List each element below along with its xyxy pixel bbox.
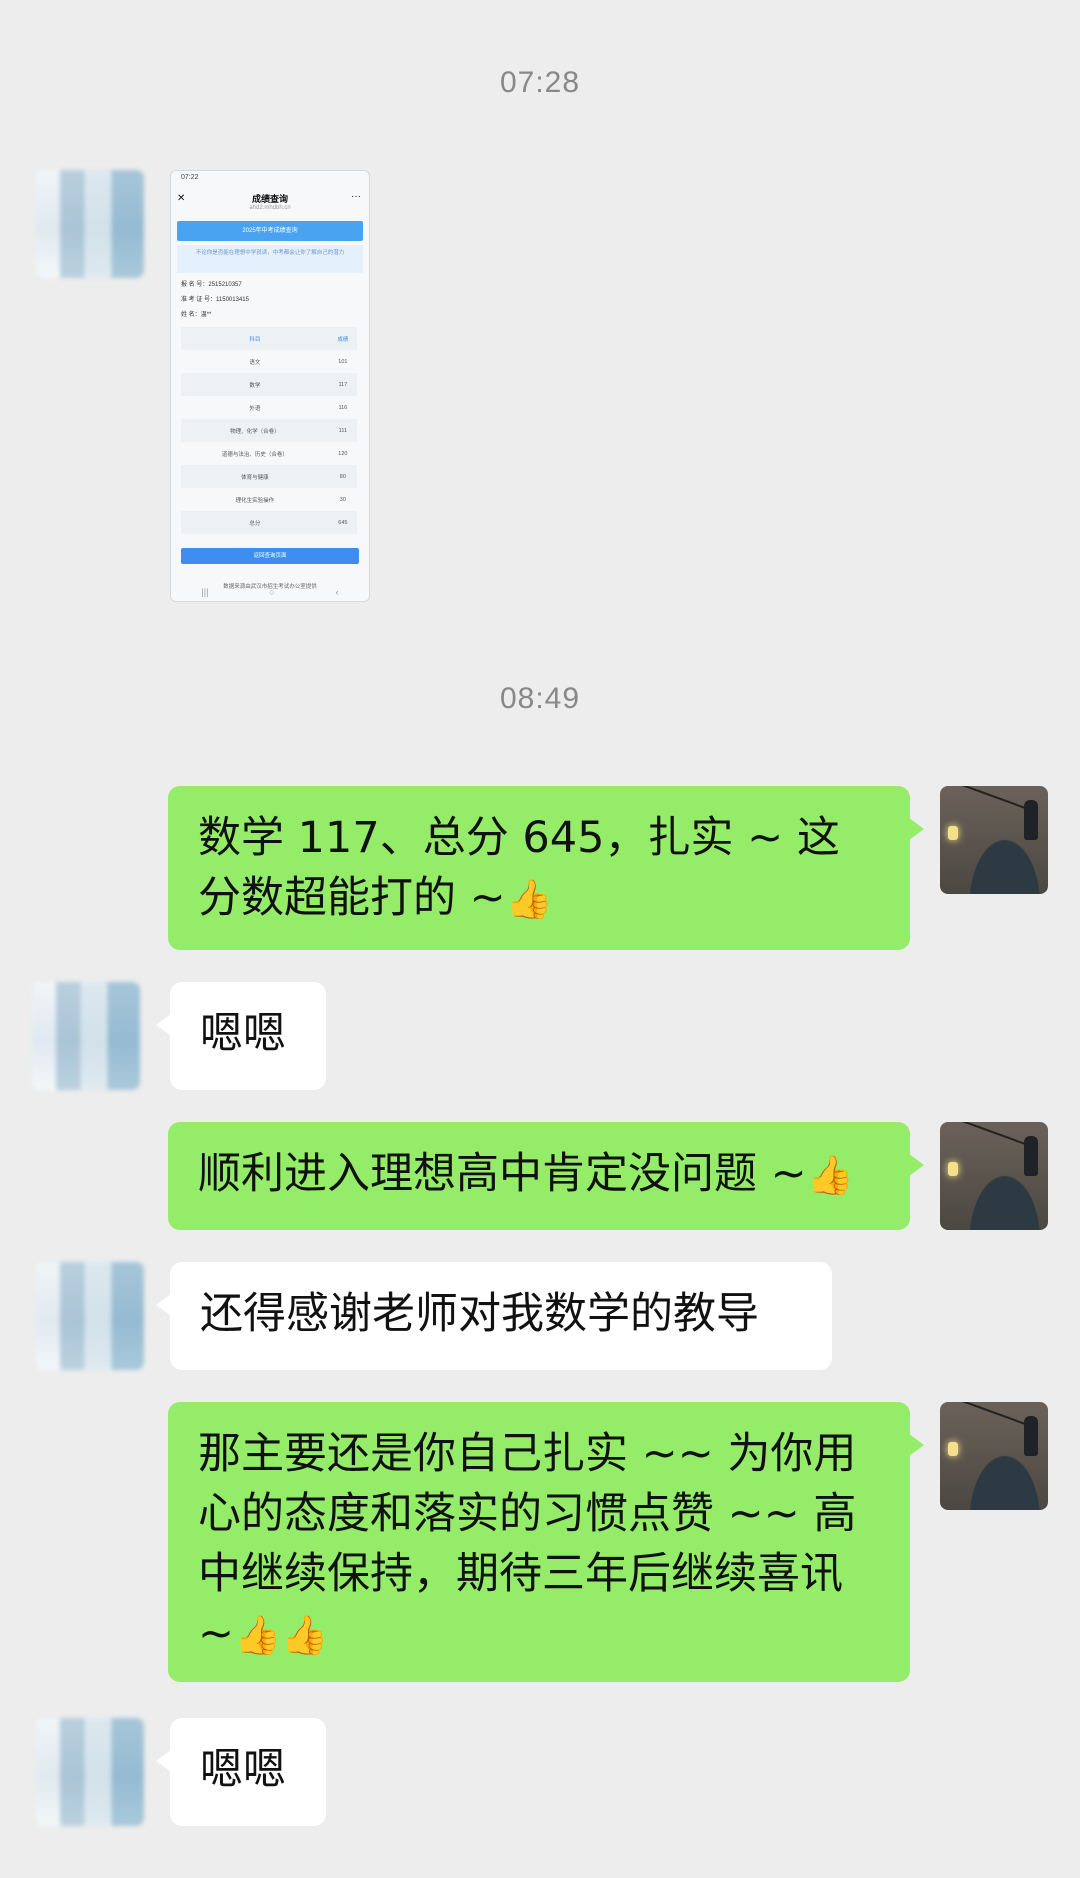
message-text: 顺利进入理想高中肯定没问题 ~ (198, 1149, 807, 1199)
my-avatar[interactable] (940, 786, 1048, 894)
table-row: 数学 117 (181, 373, 357, 396)
star-icon (948, 1442, 958, 1456)
table-row: 语文 101 (249, 358, 348, 366)
table-row: 道德与法治、历史（合卷） 120 (221, 450, 348, 458)
back-button: 返回查询页面 (181, 548, 359, 564)
table-row: 体育与健康 80 (181, 465, 357, 488)
thumbs-up-icon: 👍 (806, 1153, 855, 1197)
table-row: 外语 116 (249, 404, 348, 412)
banner: 2025年中考成绩查询 (177, 221, 363, 241)
info-row: 准 考 证 号：1150013415 (181, 297, 249, 303)
recent-apps-icon: ||| (201, 587, 209, 597)
table-row: 总分 645 (181, 511, 357, 534)
message-bubble-received[interactable]: 还得感谢老师对我数学的教导 (156, 1262, 832, 1370)
table-row: 物理、化学（合卷） 111 (181, 419, 357, 442)
message-text: 嗯嗯 (200, 1745, 286, 1795)
back-icon: ‹ (335, 587, 339, 597)
my-avatar[interactable] (940, 1122, 1048, 1230)
contact-avatar[interactable] (36, 1718, 144, 1826)
table-header: 科目 成绩 (181, 327, 357, 350)
contact-avatar[interactable] (36, 170, 144, 278)
score-screenshot-image[interactable]: 07:22 ✕ ··· 成绩查询 ahd2.mhdbh.cn 2025年中考成绩… (170, 170, 370, 602)
thumbs-up-icon: 👍 (505, 877, 554, 921)
candidate-info: 报 名 号：2515210357 准 考 证 号：1150013415 姓 名：… (181, 278, 359, 323)
contact-avatar[interactable] (32, 982, 140, 1090)
timestamp: 08:49 (499, 682, 581, 715)
message-bubble-sent[interactable]: 数学 117、总分 645，扎实 ~ 这分数超能打的 ~👍 (168, 786, 924, 950)
thumbs-up-icon: 👍👍 (234, 1613, 329, 1657)
message-text: 还得感谢老师对我数学的教导 (200, 1289, 759, 1339)
contact-avatar[interactable] (36, 1262, 144, 1370)
my-avatar[interactable] (940, 1402, 1048, 1510)
home-icon: ○ (269, 587, 275, 597)
score-table: 科目 成绩 语文 101 数学 117 外语 116 物理、化学（合卷） 111 道德与法… (181, 327, 357, 534)
more-icon: ··· (351, 191, 361, 202)
close-icon: ✕ (177, 193, 186, 204)
phone-nav-bar: ||| ○ ‹ (171, 587, 369, 597)
star-icon (948, 826, 958, 840)
table-row: 理化生实验操作 30 (235, 496, 346, 504)
info-row: 姓 名：温** (181, 312, 212, 318)
info-row: 报 名 号：2515210357 (181, 282, 242, 288)
message-bubble-sent[interactable]: 那主要还是你自己扎实 ~~ 为你用心的态度和落实的习惯点赞 ~~ 高中继续保持，… (168, 1402, 924, 1682)
page-title: 成绩查询 (251, 194, 288, 204)
message-bubble-sent[interactable]: 顺利进入理想高中肯定没问题 ~👍 (168, 1122, 924, 1230)
message-bubble-received[interactable]: 嗯嗯 (156, 1718, 326, 1826)
message-bubble-received[interactable]: 嗯嗯 (156, 982, 326, 1090)
message-text: 嗯嗯 (200, 1009, 286, 1059)
status-bar-time: 07:22 (181, 174, 199, 181)
page-url: ahd2.mhdbh.cn (249, 205, 291, 211)
timestamp: 07:28 (499, 66, 581, 99)
tip-text: 不论你是否能在理想中学就读，中考都会让你了解自己的潜力 (177, 245, 363, 273)
star-icon (948, 1162, 958, 1176)
